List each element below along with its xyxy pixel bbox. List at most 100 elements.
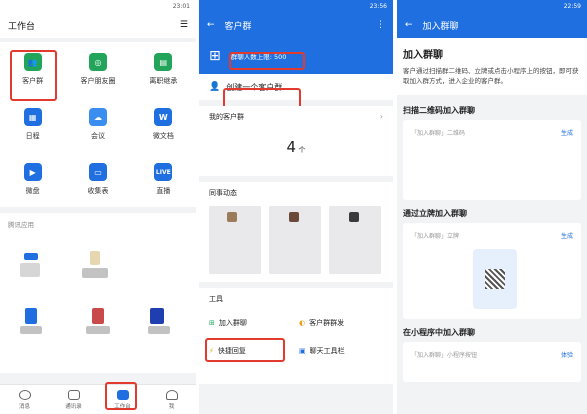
miniprogram-row-label: 「加入群聊」小程序按钮: [411, 351, 478, 359]
app-header: 工作台 ☰: [0, 12, 196, 38]
app-label: 客户朋友圈: [80, 77, 116, 85]
blurred-app-icon[interactable]: [25, 308, 37, 324]
blurred-app-icon[interactable]: [150, 308, 164, 324]
tab-me[interactable]: 我: [147, 385, 196, 414]
settings-icon[interactable]: ☰: [180, 20, 188, 30]
status-bar: 22:59: [397, 0, 587, 12]
standee-preview: [473, 248, 517, 309]
person-icon: [165, 389, 178, 400]
play-icon: ▶: [23, 163, 42, 181]
w-icon: W: [154, 108, 173, 126]
highlight-box: [105, 382, 137, 410]
miniprogram-try-link[interactable]: 体验: [561, 350, 573, 359]
standee-card: 「加入群聊」立牌 生成: [403, 222, 581, 319]
blurred-app-icon[interactable]: [148, 326, 170, 334]
app-docs[interactable]: W 微文档: [131, 97, 196, 152]
tencent-apps-section: 腾讯应用: [0, 213, 196, 373]
miniprogram-section-title: 在小程序中加入群聊: [403, 327, 475, 337]
aperture-icon: ◎: [88, 53, 107, 71]
chevron-right-icon: ›: [379, 112, 383, 121]
blurred-app-icon[interactable]: [24, 253, 38, 260]
grid-icon: ⊞: [209, 319, 215, 327]
app-label: 收集表: [87, 187, 109, 195]
status-bar: 23:56: [199, 0, 393, 12]
intro-description: 客户通过扫描群二维码、立牌或点击小程序上的按钮，即可获取加入群方式，进入企业的客…: [403, 67, 579, 86]
tool-chat-toolbar[interactable]: ▣ 聊天工具栏: [299, 346, 345, 356]
app-drive[interactable]: ▶ 微盘: [0, 152, 65, 207]
live-icon: LIVE: [154, 163, 173, 181]
blurred-avatar: [289, 212, 299, 222]
miniprogram-card: 「加入群聊」小程序按钮 体验: [403, 341, 581, 382]
app-schedule[interactable]: ▦ 日程: [0, 97, 65, 152]
status-time: 23:01: [172, 2, 190, 10]
moments-label: 同事动态: [209, 189, 237, 197]
intro-card: 加入群聊 客户通过扫描群二维码、立牌或点击小程序上的按钮，即可获取加入群方式，进…: [397, 38, 587, 95]
blurred-avatar: [349, 212, 359, 222]
grid-icon: ⊞: [209, 48, 221, 64]
workbench-screen: 23:01 工作台 ☰ 👥 客户群 ◎ 客户朋友圈 ▤ 离职继承 ▦ 日程 ☁ 会议 W微…: [0, 0, 196, 414]
qr-section-title: 扫描二维码加入群聊: [403, 105, 475, 115]
blurred-avatar: [227, 212, 237, 222]
app-header: ← 加入群聊: [397, 12, 587, 38]
highlight-box: [205, 338, 285, 362]
blurred-app-icon[interactable]: [82, 268, 108, 278]
app-label: 会议: [90, 132, 105, 140]
colleague-moments-card: 同事动态: [199, 182, 393, 282]
app-meeting[interactable]: ☁ 会议: [65, 97, 130, 152]
document-icon: ▤: [154, 53, 173, 71]
bottom-tab-bar: 消息 通讯录 工作台 我: [0, 384, 196, 414]
page-title: 客户群: [224, 21, 252, 32]
blurred-app-icon[interactable]: [90, 251, 100, 265]
blurred-app-icon[interactable]: [20, 326, 42, 334]
app-label: 离职继承: [149, 77, 178, 85]
app-resign-inherit[interactable]: ▤ 离职继承: [131, 42, 196, 97]
app-forms[interactable]: ▭ 收集表: [65, 152, 130, 207]
app-label: 微盘: [25, 187, 40, 195]
my-groups-label: 我的客户群: [209, 113, 244, 121]
tool-join-group[interactable]: ⊞ 加入群聊: [209, 318, 247, 328]
add-user-icon: 👤: [209, 82, 221, 92]
app-label: 微文档: [152, 132, 174, 140]
tool-label: 客户群群发: [309, 319, 345, 327]
highlight-box: [229, 52, 305, 70]
app-live[interactable]: LIVE 直播: [131, 152, 196, 207]
tool-label: 加入群聊: [218, 319, 247, 327]
blurred-app-icon[interactable]: [92, 308, 104, 324]
tool-group-broadcast[interactable]: ◐ 客户群群发: [299, 318, 344, 328]
status-time: 23:56: [369, 2, 387, 10]
tool-label: 聊天工具栏: [309, 347, 345, 355]
tab-messages[interactable]: 消息: [0, 385, 49, 414]
standee-generate-link[interactable]: 生成: [561, 231, 573, 240]
form-icon: ▭: [88, 163, 107, 181]
blurred-app-icon[interactable]: [86, 326, 110, 334]
calendar-icon: ▦: [23, 108, 42, 126]
qr-generate-link[interactable]: 生成: [561, 128, 573, 137]
tab-contacts[interactable]: 通讯录: [49, 385, 98, 414]
join-group-screen: 22:59 ← 加入群聊 加入群聊 客户通过扫描群二维码、立牌或点击小程序上的按…: [397, 0, 587, 414]
my-groups-card[interactable]: 我的客户群 › 4 个: [199, 106, 393, 176]
qr-row-label: 「加入群聊」二维码: [411, 129, 466, 137]
status-time: 22:59: [563, 2, 581, 10]
tab-label: 通讯录: [65, 403, 82, 410]
page-title: 加入群聊: [422, 21, 459, 32]
contacts-icon: [67, 389, 80, 400]
broadcast-icon: ◐: [299, 319, 306, 327]
chat-tool-icon: ▣: [299, 347, 306, 355]
cloud-icon: ☁: [88, 108, 107, 126]
customer-group-screen: 23:56 ← 客户群 ⋮ ⊞ 群聊人数上限: 500 👤 创建一个客户群 我的…: [199, 0, 393, 414]
status-bar: 23:01: [0, 0, 196, 12]
group-count: 4 个: [199, 138, 393, 156]
group-count-value: 4: [286, 138, 296, 156]
page-title: 工作台: [8, 21, 36, 32]
back-arrow-icon[interactable]: ←: [207, 20, 215, 30]
app-label: 日程: [25, 132, 40, 140]
more-icon[interactable]: ⋮: [376, 20, 385, 30]
app-customer-moments[interactable]: ◎ 客户朋友圈: [65, 42, 130, 97]
app-header: ← 客户群 ⋮: [199, 12, 393, 38]
blurred-app-icon[interactable]: [20, 263, 40, 277]
standee-section-title: 通过立牌加入群聊: [403, 208, 467, 218]
section-title: 腾讯应用: [8, 221, 34, 229]
back-arrow-icon[interactable]: ←: [405, 20, 413, 30]
group-count-unit: 个: [298, 146, 306, 154]
qr-code-icon: [485, 268, 505, 289]
